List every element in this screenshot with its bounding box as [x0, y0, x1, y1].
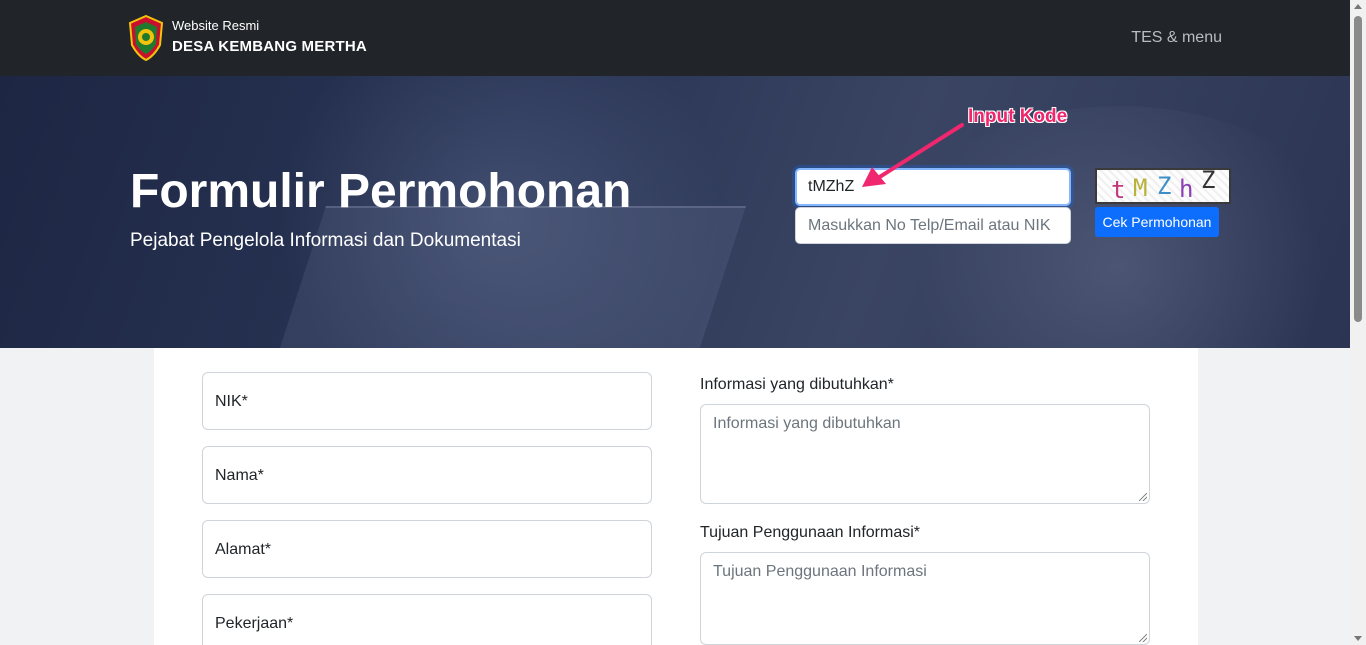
- occupation-field-label: Pekerjaan*: [215, 615, 294, 632]
- nav-menu-link[interactable]: TES & menu: [1131, 29, 1222, 47]
- captcha-code-input[interactable]: [795, 168, 1071, 206]
- hero-background-laptop: [274, 206, 746, 348]
- address-field[interactable]: Alamat*: [202, 520, 652, 578]
- info-needed-label: Informasi yang dibutuhkan*: [700, 376, 894, 393]
- captcha-char: M: [1133, 174, 1148, 202]
- captcha-char: Z: [1201, 168, 1216, 194]
- request-form-card: NIK* Nama* Alamat* Pekerjaan* Informasi …: [154, 348, 1198, 645]
- captcha-char: t: [1111, 176, 1126, 204]
- page-subtitle: Pejabat Pengelola Informasi dan Dokument…: [130, 230, 521, 251]
- annotation-label: Input Kode: [968, 106, 1068, 127]
- info-needed-placeholder: Informasi yang dibutuhkan: [713, 415, 901, 432]
- village-emblem-logo[interactable]: [128, 15, 164, 61]
- nik-field[interactable]: NIK*: [202, 372, 652, 430]
- purpose-textarea[interactable]: Tujuan Penggunaan Informasi: [700, 552, 1150, 645]
- captcha-char: Z: [1157, 172, 1172, 200]
- captcha-char: h: [1179, 175, 1194, 203]
- resize-handle-icon[interactable]: [1139, 634, 1147, 642]
- name-field-label: Nama*: [215, 467, 264, 484]
- name-field[interactable]: Nama*: [202, 446, 652, 504]
- info-needed-textarea[interactable]: Informasi yang dibutuhkan: [700, 404, 1150, 504]
- scroll-up-arrow-icon[interactable]: [1354, 4, 1362, 9]
- top-navbar: Website Resmi DESA KEMBANG MERTHA TES & …: [0, 0, 1350, 76]
- purpose-label: Tujuan Penggunaan Informasi*: [700, 524, 920, 541]
- captcha-image: t M Z h Z: [1095, 168, 1231, 204]
- occupation-field[interactable]: Pekerjaan*: [202, 594, 652, 645]
- brand-tagline: Website Resmi: [172, 18, 260, 33]
- nik-field-label: NIK*: [215, 393, 248, 410]
- hero-banner: Formulir Permohonan Pejabat Pengelola In…: [0, 76, 1350, 348]
- brand-name[interactable]: DESA KEMBANG MERTHA: [172, 38, 367, 55]
- page-scrollbar[interactable]: [1350, 0, 1366, 645]
- identity-input[interactable]: [795, 207, 1071, 244]
- check-request-button[interactable]: Cek Permohonan: [1095, 207, 1219, 237]
- resize-handle-icon[interactable]: [1139, 493, 1147, 501]
- scroll-down-arrow-icon[interactable]: [1354, 636, 1362, 641]
- purpose-placeholder: Tujuan Penggunaan Informasi: [713, 563, 927, 580]
- address-field-label: Alamat*: [215, 541, 272, 558]
- page-title: Formulir Permohonan: [130, 165, 632, 218]
- scrollbar-thumb[interactable]: [1354, 16, 1362, 322]
